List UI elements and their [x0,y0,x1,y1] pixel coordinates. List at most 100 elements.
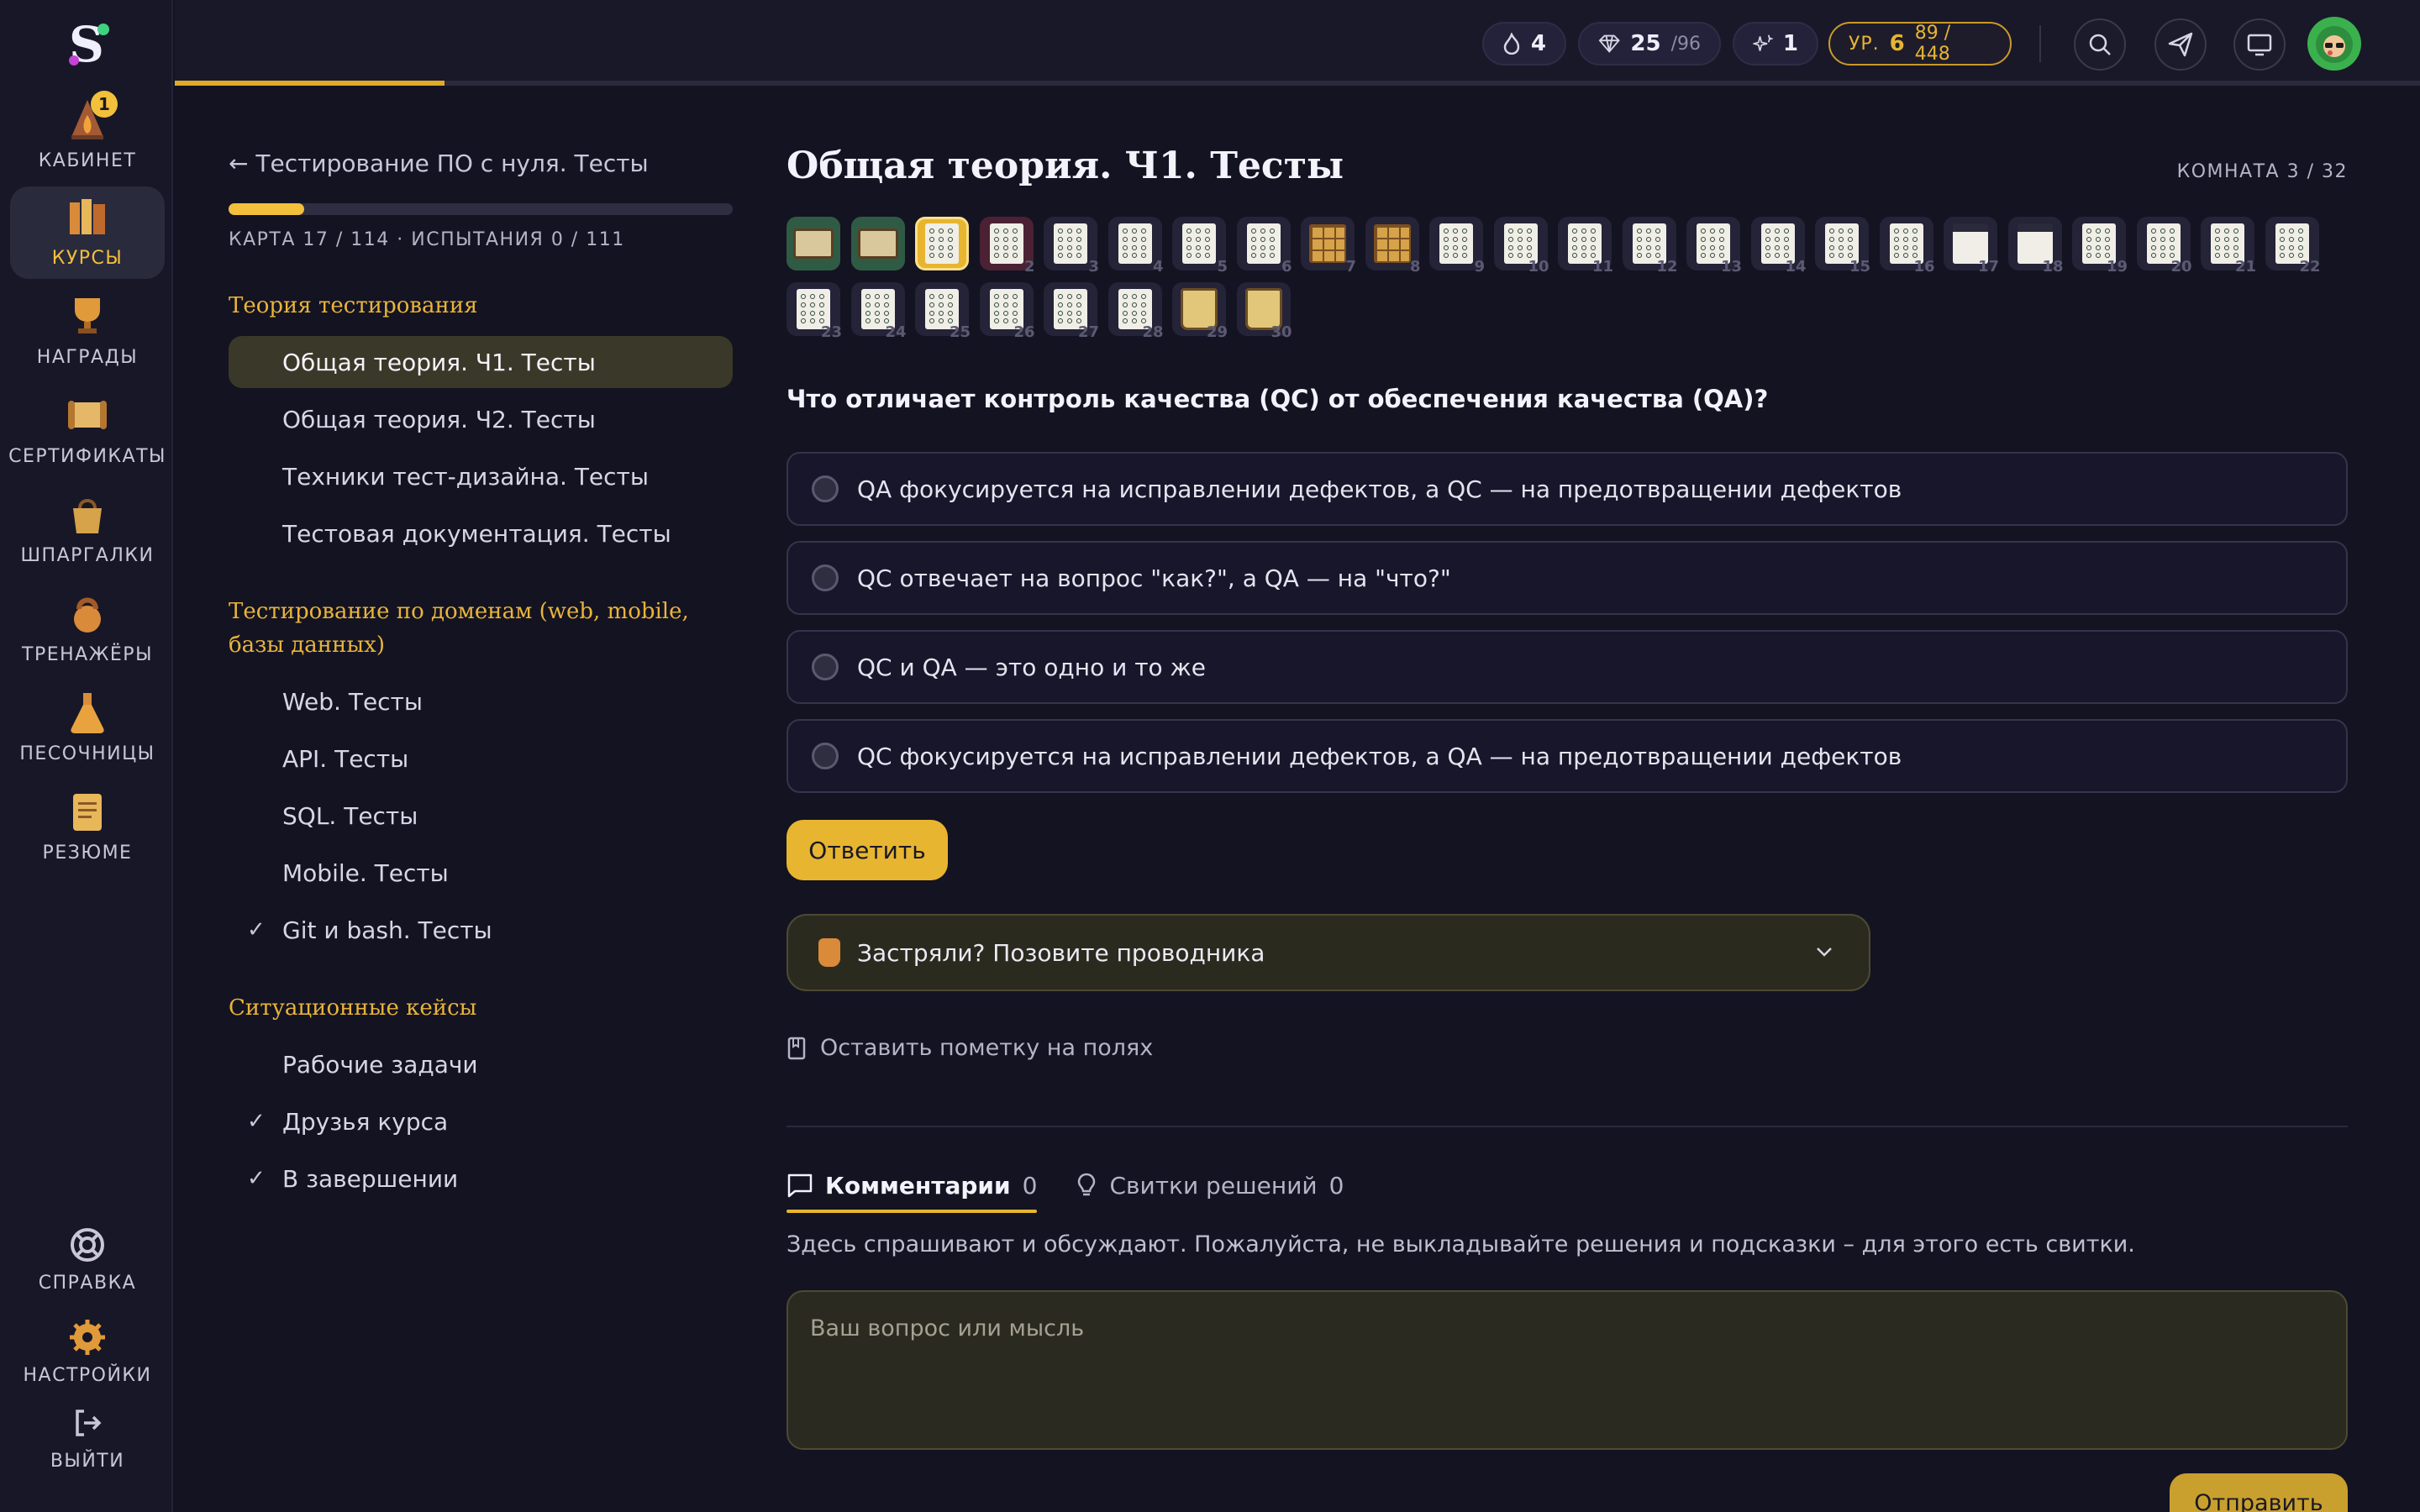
answer-option[interactable]: QC отвечает на вопрос "как?", а QA — на … [786,541,2348,615]
send-button[interactable]: Отправить [2170,1473,2348,1512]
radio-button[interactable] [812,475,839,502]
room-tile[interactable]: 5 [1172,217,1228,276]
option-label: QC фокусируется на исправлении дефектов,… [857,742,1902,770]
room-tile[interactable]: 9 [1429,217,1485,276]
rail-item-settings[interactable]: НАСТРОЙКИ [10,1310,165,1396]
question-text: Что отличает контроль качества (QC) от о… [786,385,1769,413]
room-tile[interactable]: 7 [1301,217,1356,276]
room-tile[interactable]: 27 [1044,282,1099,341]
gems-counter[interactable]: 25 /96 [1578,22,1721,66]
streak-counter[interactable]: 4 [1482,22,1566,66]
room-tile-number: 8 [1409,258,1421,276]
room-tile[interactable]: 22 [2265,217,2321,276]
room-tile[interactable]: 16 [1879,217,1935,276]
room-tile[interactable]: 26 [979,282,1035,341]
room-tile[interactable]: 25 [915,282,971,341]
room-tile-number: 14 [1785,258,1807,276]
lesson-item[interactable]: ✓ В завершении [229,1152,733,1205]
answer-option[interactable]: QA фокусируется на исправлении дефектов,… [786,452,2348,526]
back-to-course-link[interactable]: ← Тестирование ПО с нуля. Тесты [229,150,649,177]
room-tile[interactable]: 18 [2007,217,2064,276]
room-tile[interactable]: 30 [1236,282,1292,341]
radio-button[interactable] [812,654,839,680]
answer-button[interactable]: Ответить [786,820,948,880]
lesson-item[interactable]: Web. Тесты [229,675,733,727]
lesson-item[interactable]: Тестовая документация. Тесты [229,507,733,559]
rail-item-label: СЕРТИФИКАТЫ [8,446,166,467]
room-tile-icon [1054,223,1087,264]
xp-value: 89 / 448 [1914,23,1951,65]
room-tile[interactable]: 11 [1558,217,1613,276]
rail-item-cabinet[interactable]: 1 КАБИНЕТ [10,89,165,181]
left-rail: S 1 КАБИНЕТ КУРСЫ НАГРАДЫ СЕРТИФИКАТЫ ШП… [0,0,173,1512]
room-tile[interactable]: 19 [2072,217,2128,276]
lesson-label: Web. Тесты [282,687,423,716]
lesson-item[interactable]: Рабочие задачи [229,1038,733,1090]
rail-item-resume[interactable]: РЕЗЮМЕ [10,781,165,874]
call-guide-dropdown[interactable]: Застряли? Позовите проводника [786,914,1870,991]
rail-item-awards[interactable]: НАГРАДЫ [10,286,165,378]
avatar[interactable] [2307,17,2361,71]
room-tile[interactable]: 21 [2201,217,2256,276]
lesson-item[interactable]: ✓ Git и bash. Тесты [229,904,733,956]
margin-note-link[interactable]: Оставить пометку на полях [786,1035,1153,1061]
lesson-item[interactable]: API. Тесты [229,732,733,785]
logo[interactable]: S [60,16,113,73]
room-tile[interactable]: 20 [2136,217,2192,276]
room-tile[interactable] [915,217,969,270]
room-tile[interactable]: 15 [1815,217,1870,276]
room-tile[interactable]: 29 [1172,282,1228,341]
room-tile[interactable]: 2 [979,217,1035,276]
tab-solution-scrolls[interactable]: Свитки решений 0 [1076,1159,1344,1211]
room-tile[interactable]: 23 [786,282,842,341]
search-button[interactable] [2074,18,2126,71]
sparks-counter[interactable]: 1 [1733,22,1818,66]
logout-icon [68,1404,107,1442]
rail-item-cheatsheets[interactable]: ШПАРГАЛКИ [10,484,165,576]
rail-item-sandboxes[interactable]: ПЕСОЧНИЦЫ [10,682,165,774]
room-tile-number: 3 [1088,258,1099,276]
room-tile-number: 6 [1281,258,1292,276]
display-button[interactable] [2233,18,2286,71]
level-value: 6 [1889,31,1905,56]
room-tile-number: 4 [1152,258,1164,276]
lesson-item[interactable]: ✓ Друзья курса [229,1095,733,1147]
room-tile-number: 17 [1977,258,1999,276]
lesson-item[interactable]: Общая теория. Ч1. Тесты [229,336,733,388]
lesson-item[interactable]: Техники тест-дизайна. Тесты [229,450,733,502]
tab-comments[interactable]: Комментарии 0 [786,1159,1038,1213]
lesson-item[interactable]: SQL. Тесты [229,790,733,842]
room-tile[interactable]: 6 [1236,217,1292,276]
rail-item-trainers[interactable]: ТРЕНАЖЁРЫ [10,583,165,675]
check-icon: ✓ [247,917,266,942]
lesson-item[interactable]: Общая теория. Ч2. Тесты [229,393,733,445]
room-tile-icon [1246,223,1281,264]
room-tile[interactable]: 14 [1750,217,1807,276]
room-tile[interactable]: 3 [1044,217,1099,276]
radio-button[interactable] [812,564,839,591]
rail-item-courses[interactable]: КУРСЫ [10,186,165,279]
lesson-item[interactable]: Mobile. Тесты [229,847,733,899]
room-tile[interactable]: 8 [1365,217,1421,276]
rail-item-logout[interactable]: ВЫЙТИ [10,1398,165,1482]
level-badge[interactable]: УР. 6 89 / 448 [1828,22,2012,66]
room-tile[interactable]: 13 [1686,217,1742,276]
answer-option[interactable]: QC и QA — это одно и то же [786,630,2348,704]
room-tile[interactable]: 10 [1493,217,1549,276]
comment-icon [787,1173,813,1198]
rail-item-help[interactable]: СПРАВКА [10,1218,165,1304]
comment-input[interactable] [786,1290,2348,1450]
room-tile[interactable] [850,217,905,270]
rail-item-certificates[interactable]: СЕРТИФИКАТЫ [8,385,166,477]
room-tile[interactable]: 4 [1107,217,1164,276]
telegram-button[interactable] [2154,18,2207,71]
room-tile[interactable]: 17 [1944,217,1999,276]
radio-button[interactable] [812,743,839,769]
room-tile[interactable] [786,217,840,270]
room-tile[interactable]: 24 [850,282,907,341]
room-tile[interactable]: 28 [1107,282,1164,341]
room-tile[interactable]: 12 [1622,217,1678,276]
room-tile-number: 29 [1206,323,1228,341]
room-tile-icon [1373,224,1411,263]
answer-option[interactable]: QC фокусируется на исправлении дефектов,… [786,719,2348,793]
